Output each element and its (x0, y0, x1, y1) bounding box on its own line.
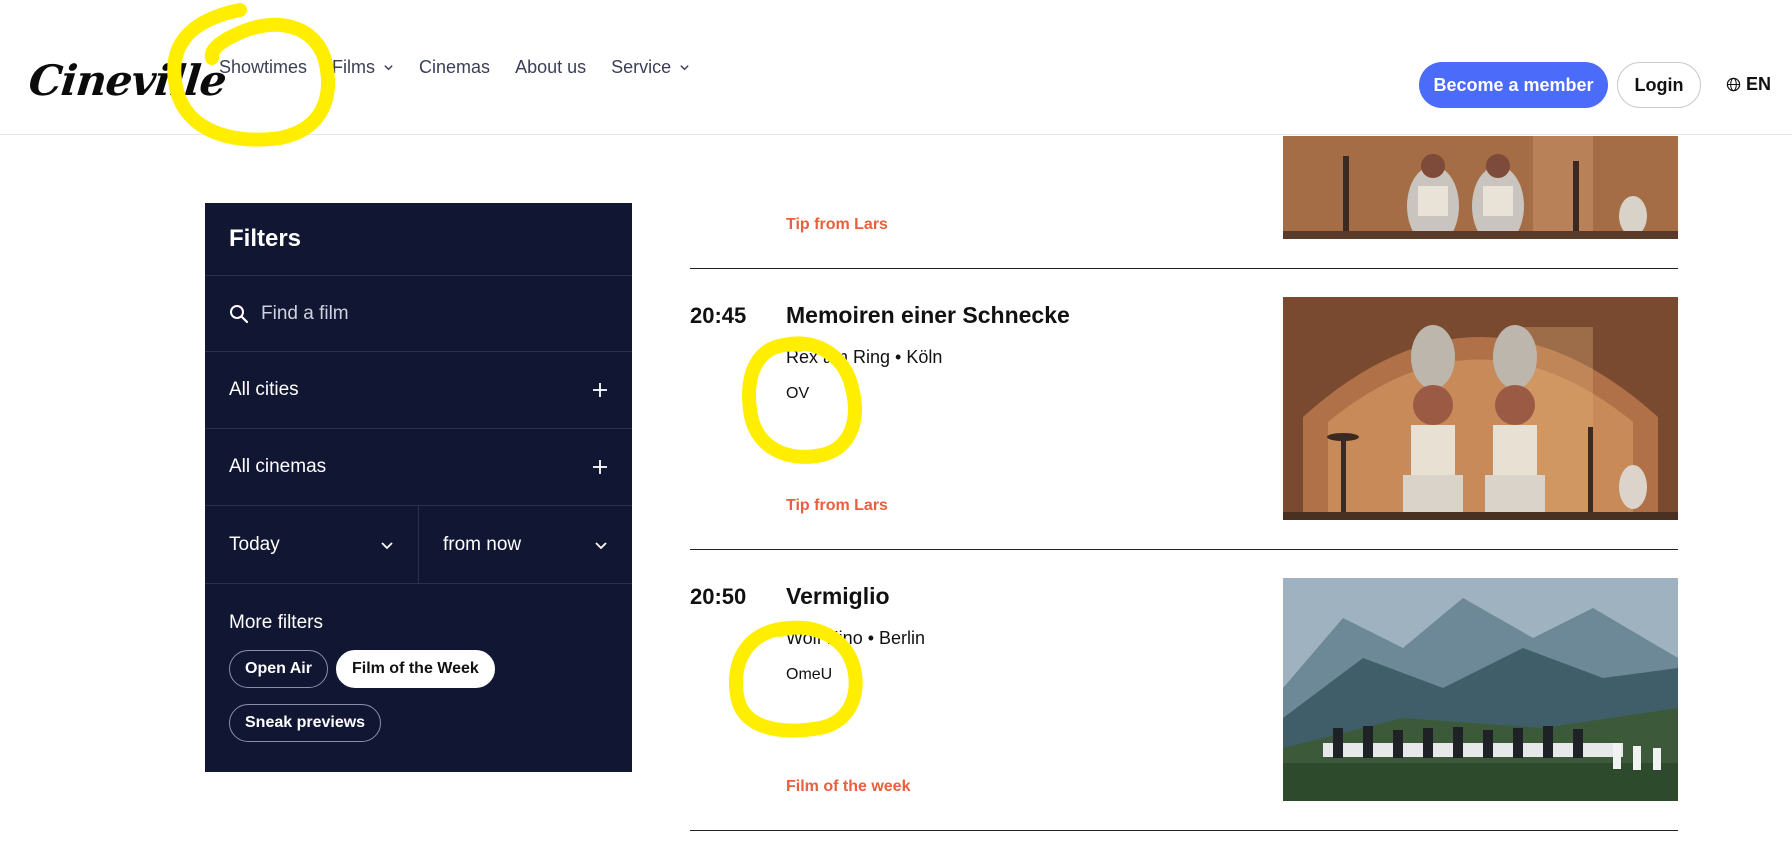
language-version: OV (786, 385, 810, 402)
time-select[interactable]: from now (419, 506, 632, 583)
nav-cinemas-label: Cinemas (419, 57, 491, 77)
row-divider (690, 268, 1678, 269)
day-select[interactable]: Today (205, 506, 419, 583)
tip-label: Tip from Lars (786, 497, 888, 514)
search-input[interactable]: Find a film (261, 303, 349, 325)
film-still-image (1283, 136, 1678, 239)
film-still-memoiren[interactable] (1283, 297, 1678, 520)
film-title[interactable]: Vermiglio (786, 583, 890, 610)
film-still-image (1283, 297, 1678, 520)
film-search[interactable]: Find a film (205, 276, 632, 352)
chevron-down-icon (381, 541, 393, 549)
chip-open-air[interactable]: Open Air (229, 650, 328, 688)
plus-icon (593, 383, 607, 397)
cities-filter-label: All cities (229, 379, 299, 400)
film-still-vermiglio[interactable] (1283, 578, 1678, 801)
cineville-logo[interactable]: Cineville (26, 56, 228, 105)
film-title[interactable]: Memoiren einer Schnecke (786, 302, 1070, 329)
date-time-filters: Today from now (205, 506, 632, 584)
cinemas-filter-label: All cinemas (229, 456, 327, 477)
more-filters-title: More filters (229, 612, 323, 633)
more-filters: More filters Open Air Film of the Week S… (205, 584, 632, 742)
film-still-image (1283, 578, 1678, 801)
filter-chips: Open Air Film of the Week Sneak previews (229, 650, 529, 742)
showtime-time: 20:50 (690, 584, 747, 609)
chip-sneak-previews[interactable]: Sneak previews (229, 704, 382, 742)
nav-about-us[interactable]: About us (515, 57, 586, 78)
tip-label: Film of the week (786, 778, 911, 795)
language-label: EN (1746, 74, 1772, 94)
main-nav: Showtimes Films Cinemas About us Service (219, 0, 715, 135)
time-select-value: from now (443, 533, 522, 555)
plus-icon (593, 460, 607, 474)
tip-label: Tip from Lars (786, 216, 888, 233)
search-icon (230, 304, 249, 323)
showtime-time: 20:45 (690, 303, 747, 328)
chevron-down-icon (595, 541, 607, 549)
login-button[interactable]: Login (1617, 62, 1701, 108)
nav-films-label: Films (332, 57, 376, 77)
nav-service[interactable]: Service (611, 57, 690, 78)
filters-panel: Filters Find a film All cities All cinem… (205, 203, 632, 772)
chip-film-of-the-week[interactable]: Film of the Week (335, 650, 495, 688)
venue-label[interactable]: Rex am Ring • Köln (786, 347, 942, 368)
nav-service-label: Service (611, 57, 672, 77)
nav-showtimes[interactable]: Showtimes (219, 57, 307, 78)
language-switcher[interactable]: EN (1726, 74, 1771, 95)
nav-about-label: About us (515, 57, 587, 77)
globe-icon (1726, 77, 1741, 92)
language-version: OmeU (786, 666, 833, 683)
venue-label[interactable]: Wolf Kino • Berlin (786, 628, 925, 649)
cities-filter[interactable]: All cities (205, 352, 632, 429)
film-still-memoiren-top[interactable] (1283, 136, 1678, 239)
site-header: Cineville Showtimes Films Cinemas About … (0, 0, 1792, 135)
filters-title: Filters (205, 203, 632, 276)
day-select-value: Today (229, 533, 280, 555)
chevron-down-icon (384, 65, 393, 71)
cinemas-filter[interactable]: All cinemas (205, 429, 632, 506)
nav-films[interactable]: Films (332, 57, 394, 78)
nav-cinemas[interactable]: Cinemas (419, 57, 490, 78)
chevron-down-icon (680, 65, 689, 71)
row-divider (690, 830, 1678, 831)
become-member-button[interactable]: Become a member (1419, 62, 1608, 108)
nav-showtimes-label: Showtimes (219, 57, 308, 77)
row-divider (690, 549, 1678, 550)
